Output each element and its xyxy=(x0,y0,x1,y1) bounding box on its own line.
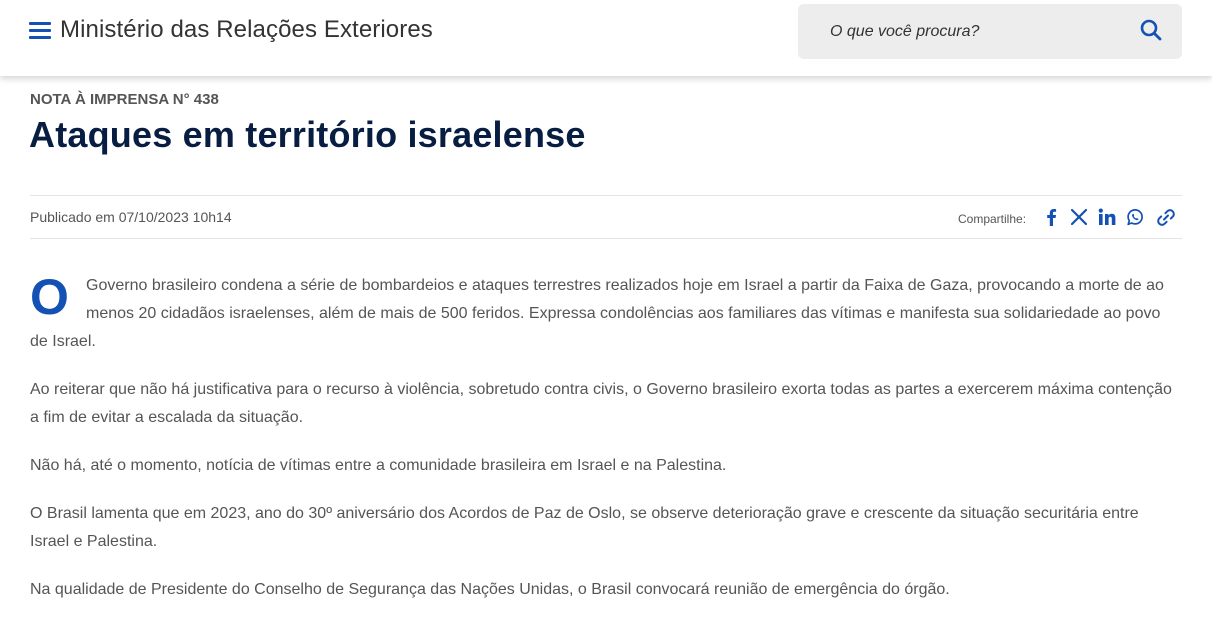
facebook-icon[interactable] xyxy=(1042,207,1062,227)
link-icon[interactable] xyxy=(1155,207,1177,227)
search-icon[interactable] xyxy=(1139,18,1163,42)
published-date: Publicado em 07/10/2023 10h14 xyxy=(30,209,232,225)
page-title: Ataques em território israelense xyxy=(29,114,586,155)
site-header: Ministério das Relações Exteriores xyxy=(0,0,1212,76)
article-paragraph-3: Não há, até o momento, notícia de vítima… xyxy=(30,457,727,474)
article-paragraph-5: Na qualidade de Presidente do Conselho d… xyxy=(30,581,950,598)
article-paragraph-1: O Governo brasileiro condena a série de b… xyxy=(30,272,1182,356)
drop-cap: O xyxy=(30,269,69,325)
article-body: O Governo brasileiro condena a série de b… xyxy=(30,272,1182,622)
x-icon[interactable] xyxy=(1069,207,1089,227)
divider-top xyxy=(30,195,1182,196)
linkedin-icon[interactable] xyxy=(1097,207,1117,227)
search-input[interactable] xyxy=(812,12,1132,52)
hamburger-menu-icon[interactable] xyxy=(29,22,51,40)
search-box xyxy=(798,4,1182,59)
site-title[interactable]: Ministério das Relações Exteriores xyxy=(60,16,433,44)
article-paragraph-4: O Brasil lamenta que em 2023, ano do 30º… xyxy=(30,505,1139,550)
divider-bottom xyxy=(30,238,1182,239)
article-paragraph-2: Ao reiterar que não há justificativa par… xyxy=(30,381,1172,426)
article-paragraph-1-text: Governo brasileiro condena a série de bo… xyxy=(30,277,1164,350)
share-label: Compartilhe: xyxy=(958,212,1027,226)
press-note-label: NOTA À IMPRENSA N° 438 xyxy=(30,91,219,108)
whatsapp-icon[interactable] xyxy=(1125,207,1145,227)
